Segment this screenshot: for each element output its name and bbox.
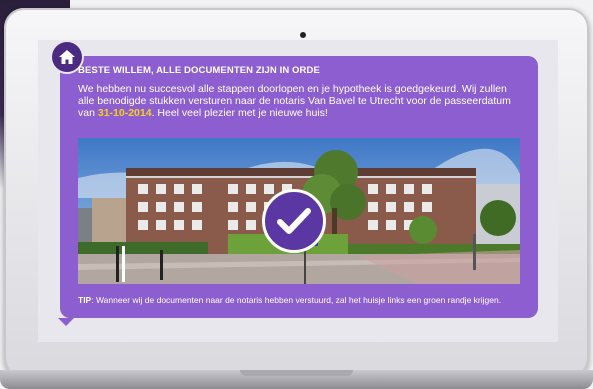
laptop-hinge-notch xyxy=(240,370,353,376)
card-headline: BESTE WILLEM, ALLE DOCUMENTEN ZIJN IN OR… xyxy=(78,65,320,76)
body-text-end: . Heel veel plezier met je nieuwe huis! xyxy=(151,107,328,119)
approved-badge xyxy=(262,189,326,253)
tip-text: : Wanneer wij de documenten naar de nota… xyxy=(91,295,502,305)
home-icon xyxy=(59,50,75,64)
passing-date: 31-10-2014 xyxy=(97,107,152,119)
tip-label: TIP xyxy=(78,295,92,305)
checkmark-icon xyxy=(277,208,311,234)
webcam xyxy=(300,32,306,38)
card-body: We hebben nu succesvol alle stappen door… xyxy=(78,83,518,119)
card-pointer xyxy=(58,318,74,326)
tip-note: TIP: Wanneer wij de documenten naar de n… xyxy=(78,295,518,305)
laptop-screen: BESTE WILLEM, ALLE DOCUMENTEN ZIJN IN OR… xyxy=(38,40,558,342)
